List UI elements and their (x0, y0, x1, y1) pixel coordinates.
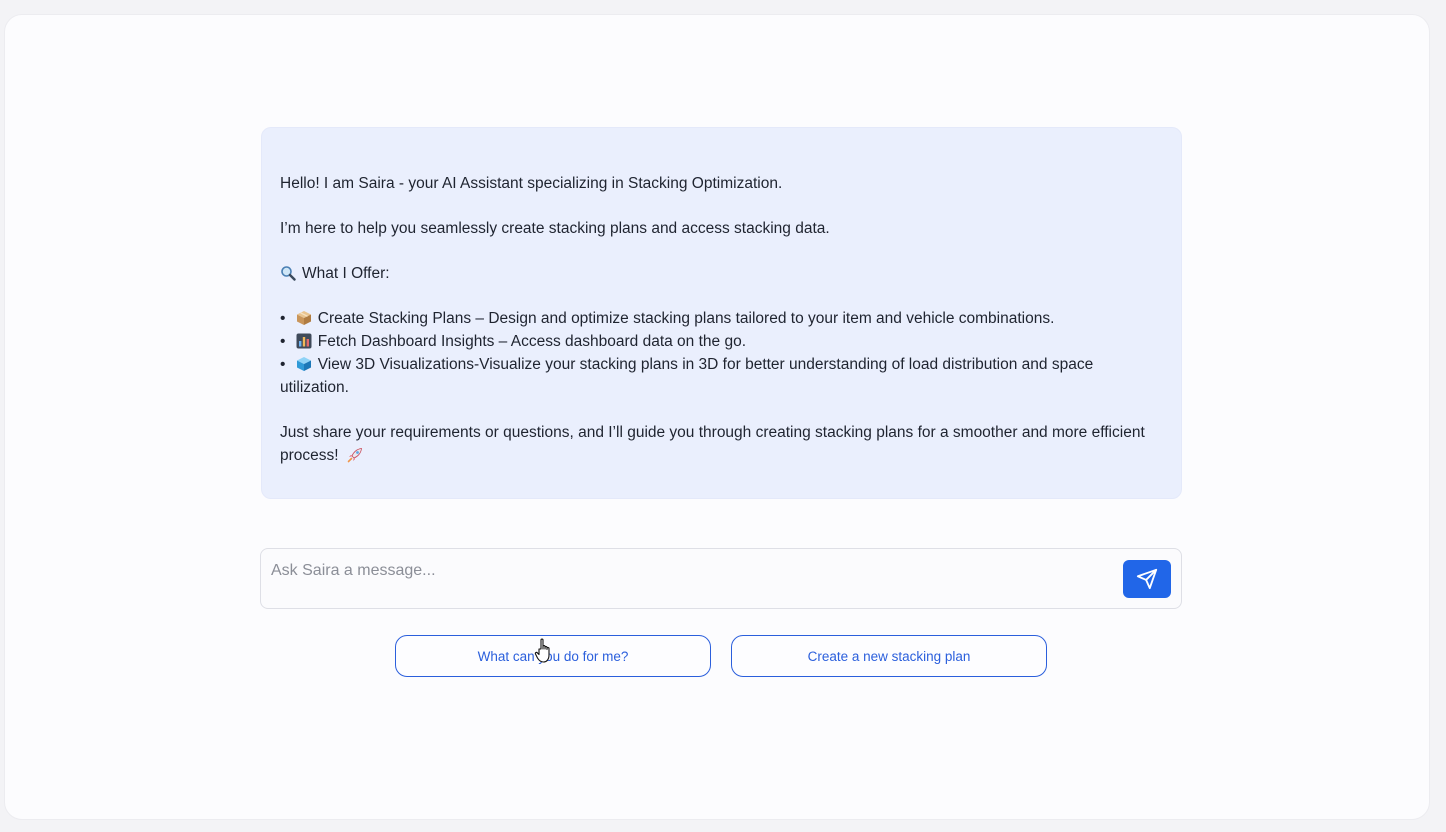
package-icon (296, 311, 311, 325)
send-button[interactable] (1123, 560, 1171, 598)
send-icon (1136, 568, 1158, 590)
bullet: • (280, 310, 286, 327)
intro-text: I’m here to help you seamlessly create s… (280, 220, 830, 237)
bullet: • (280, 356, 286, 373)
offer-heading: What I Offer: (280, 262, 1163, 285)
offer-list: • Create Stacking Plans – Design and opt… (280, 307, 1163, 399)
offer-text: View 3D Visualizations-Visualize your st… (280, 356, 1094, 396)
chat-message-input[interactable] (271, 559, 1111, 583)
rocket-icon (347, 448, 362, 463)
offer-text: Fetch Dashboard Insights – Access dashbo… (317, 333, 746, 350)
suggestion-what-can-you-do-button[interactable]: What can you do for me? (395, 635, 711, 677)
greeting-text: Hello! I am Saira - your AI Assistant sp… (280, 175, 783, 192)
bullet: • (280, 333, 286, 350)
magnifier-icon (281, 266, 296, 281)
offer-heading-label: What I Offer: (302, 265, 390, 282)
suggestion-create-stacking-plan-button[interactable]: Create a new stacking plan (731, 635, 1047, 677)
closing-text: Just share your requirements or question… (280, 421, 1163, 467)
bar-chart-icon (296, 333, 312, 349)
list-item: • Create Stacking Plans – Design and opt… (280, 307, 1163, 330)
list-item: • Fetch Dashboard Insights – Access dash… (280, 330, 1163, 353)
cube-icon (296, 357, 311, 371)
chat-input-container (260, 548, 1182, 609)
closing-label: Just share your requirements or question… (280, 424, 1145, 464)
assistant-welcome-message: Hello! I am Saira - your AI Assistant sp… (261, 127, 1182, 499)
offer-text: Create Stacking Plans – Design and optim… (317, 310, 1055, 327)
list-item: • View 3D Visualizations-Visualize your … (280, 353, 1163, 399)
